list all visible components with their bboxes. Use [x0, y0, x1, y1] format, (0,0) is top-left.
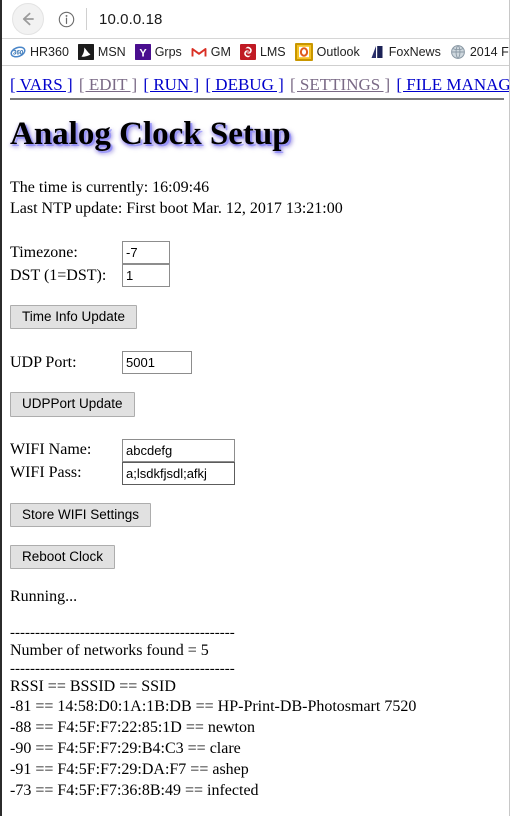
bookmark-grps[interactable]: Y Grps	[134, 44, 182, 60]
nav-horizontal-rule	[10, 98, 504, 100]
status-text: Running...	[10, 587, 78, 605]
dst-label: DST (1=DST):	[10, 266, 107, 284]
bookmarks-bar: 360 HR360 MSN Y Grps GM LMS Outlook FoxN…	[2, 39, 509, 65]
bookmark-label: 2014 F-150	[469, 44, 509, 59]
divider-bottom: ----------------------------------------…	[10, 660, 235, 677]
info-circle-icon[interactable]	[56, 9, 76, 29]
bookmark-outlook[interactable]: Outlook	[294, 43, 360, 61]
back-arrow-icon[interactable]	[12, 3, 44, 35]
yahoo-y-icon: Y	[134, 44, 151, 60]
network-row: -88 == F4:5F:F7:22:85:1D == newton	[10, 719, 255, 737]
nav-link-file-manager[interactable]: [ FILE MANAGER ]	[396, 75, 510, 94]
network-row: -91 == F4:5F:F7:29:DA:F7 == ashep	[10, 760, 249, 778]
globe-icon	[449, 44, 466, 60]
bookmark-label: FoxNews	[388, 44, 441, 59]
bookmark-label: GM	[210, 44, 231, 59]
nav-link-debug[interactable]: [ DEBUG ]	[205, 75, 283, 94]
svg-text:Y: Y	[139, 47, 147, 59]
bookmark-hr360[interactable]: 360 HR360	[10, 44, 69, 60]
store-wifi-settings-button[interactable]: Store WIFI Settings	[10, 502, 152, 527]
last-ntp-update-text: Last NTP update: First boot Mar. 12, 201…	[10, 199, 343, 217]
divider-top: ----------------------------------------…	[10, 624, 235, 641]
timezone-input[interactable]	[122, 241, 170, 265]
bookmark-2014-f150[interactable]: 2014 F-150	[449, 44, 509, 60]
browser-toolbar: 10.0.0.18	[2, 0, 509, 38]
timezone-row: Timezone:	[10, 241, 501, 265]
bookmark-lms[interactable]: LMS	[239, 44, 286, 60]
urlbar-separator	[86, 8, 87, 30]
msn-icon	[77, 44, 94, 60]
url-input[interactable]: 10.0.0.18	[99, 11, 162, 28]
hr360-icon: 360	[10, 44, 26, 60]
bookmark-gm[interactable]: GM	[190, 44, 231, 60]
bookmark-label: LMS	[259, 44, 286, 59]
timezone-label: Timezone:	[10, 243, 78, 261]
reboot-clock-button[interactable]: Reboot Clock	[10, 544, 116, 569]
nav-link-edit[interactable]: [ EDIT ]	[79, 75, 137, 94]
time-info-update-button[interactable]: Time Info Update	[10, 305, 138, 330]
page-content: [ VARS ] [ EDIT ] [ RUN ] [ DEBUG ] [ SE…	[2, 66, 510, 802]
network-row: -90 == F4:5F:F7:29:B4:C3 == clare	[10, 739, 241, 757]
wifi-name-label: WIFI Name:	[10, 441, 92, 459]
networks-found-text: Number of networks found = 5	[10, 641, 209, 659]
lms-icon	[239, 44, 256, 60]
wifi-name-input[interactable]	[122, 438, 235, 462]
bookmark-label: Outlook	[316, 44, 360, 59]
wifi-pass-label: WIFI Pass:	[10, 464, 82, 482]
scan-table-header: RSSI == BSSID == SSID	[10, 677, 176, 695]
bookmark-foxnews[interactable]: FoxNews	[368, 44, 441, 60]
udp-port-row: UDP Port:	[10, 351, 501, 375]
nav-links: [ VARS ] [ EDIT ] [ RUN ] [ DEBUG ] [ SE…	[10, 75, 510, 95]
svg-text:360: 360	[13, 50, 24, 56]
browser-chrome: 10.0.0.18 360 HR360 MSN Y Grps GM LMS Ou…	[2, 0, 509, 66]
current-time-text: The time is currently: 16:09:46	[10, 179, 210, 197]
wifi-pass-row: WIFI Pass:	[10, 461, 501, 485]
dst-input[interactable]	[122, 264, 170, 288]
time-block: The time is currently: 16:09:46 Last NTP…	[10, 178, 501, 219]
bookmark-msn[interactable]: MSN	[77, 44, 126, 60]
network-row: -73 == F4:5F:F7:36:8B:49 == infected	[10, 781, 259, 799]
dst-row: DST (1=DST):	[10, 264, 501, 288]
page-title: Analog Clock Setup	[10, 116, 291, 152]
bookmark-label: MSN	[97, 44, 126, 59]
udp-port-input[interactable]	[122, 351, 192, 375]
wifi-pass-input[interactable]	[122, 461, 235, 485]
bookmark-label: Grps	[154, 44, 182, 59]
window-border-left	[0, 0, 2, 816]
nav-link-settings[interactable]: [ SETTINGS ]	[290, 75, 390, 94]
udp-port-label: UDP Port:	[10, 353, 77, 371]
gmail-m-icon	[190, 44, 207, 60]
nav-link-vars[interactable]: [ VARS ]	[10, 75, 73, 94]
outlook-o-icon	[294, 43, 313, 61]
bookmark-label: HR360	[30, 44, 69, 59]
wifi-name-row: WIFI Name:	[10, 438, 501, 462]
network-row: -81 == 14:58:D0:1A:1B:DB == HP-Print-DB-…	[10, 698, 417, 716]
nav-link-run[interactable]: [ RUN ]	[143, 75, 199, 94]
foxnews-icon	[368, 44, 385, 60]
udp-port-update-button[interactable]: UDPPort Update	[10, 392, 135, 417]
